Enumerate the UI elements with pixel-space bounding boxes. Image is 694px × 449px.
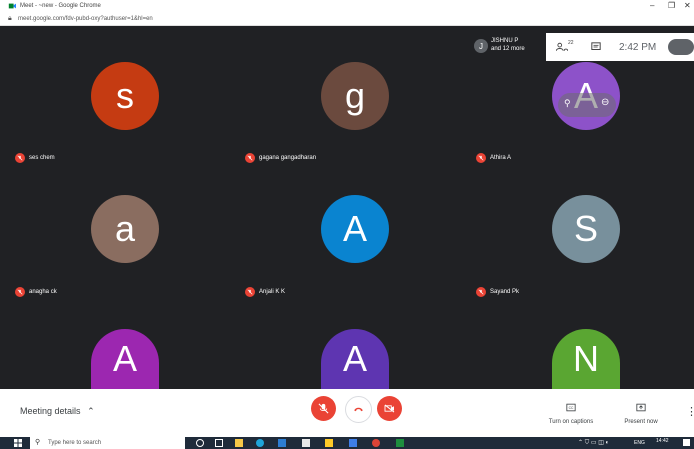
self-avatar[interactable] bbox=[668, 39, 694, 55]
chat-icon[interactable] bbox=[591, 42, 601, 52]
participant-avatar: a bbox=[91, 195, 159, 263]
participant-avatar: s bbox=[91, 62, 159, 130]
tile-hover-controls: ⚲ ⊖ bbox=[558, 93, 616, 117]
captions-icon: CC bbox=[566, 403, 576, 412]
present-label: Present now bbox=[624, 419, 658, 425]
participant-avatar: A bbox=[321, 329, 389, 389]
close-window-button[interactable]: ✕ bbox=[684, 1, 691, 10]
mic-off-icon bbox=[245, 153, 255, 163]
minimize-button[interactable]: – bbox=[650, 1, 654, 10]
address-bar[interactable]: 🔒︎ meet.google.com/fdv-pubd-oxy?authuser… bbox=[0, 13, 694, 26]
file-explorer-icon[interactable] bbox=[235, 439, 243, 447]
meeting-details-label: Meeting details bbox=[20, 406, 81, 416]
task-view-icon[interactable] bbox=[215, 439, 223, 447]
chevron-up-icon: ⌃ bbox=[87, 406, 95, 416]
participant-avatar: S bbox=[552, 195, 620, 263]
meet-top-panel: 22 2:42 PM bbox=[546, 33, 694, 61]
participant-name: gagana gangadharan bbox=[259, 155, 317, 161]
app-icon[interactable] bbox=[396, 439, 404, 447]
present-icon bbox=[636, 403, 646, 412]
meet-favicon-icon bbox=[8, 3, 16, 9]
presenter-more: and 12 more bbox=[491, 46, 525, 52]
cortana-icon[interactable] bbox=[196, 439, 204, 447]
remove-icon[interactable]: ⊖ bbox=[601, 97, 609, 108]
mic-toggle-button[interactable] bbox=[311, 396, 336, 421]
chrome-icon[interactable] bbox=[372, 439, 380, 447]
app-icon[interactable] bbox=[325, 439, 333, 447]
pin-icon[interactable]: ⚲ bbox=[564, 98, 571, 109]
browser-title-bar: Meet - ~new - Google Chrome – ❐ ✕ bbox=[0, 0, 694, 13]
participant-avatar: A bbox=[91, 329, 159, 389]
participant-avatar: N bbox=[552, 329, 620, 389]
captions-button[interactable]: CC Turn on captions bbox=[545, 399, 597, 425]
participant-name-label: gagana gangadharan bbox=[245, 153, 316, 163]
presenter-avatar: J bbox=[474, 39, 488, 53]
mic-off-icon bbox=[15, 153, 25, 163]
participant-name-label: Athira A bbox=[476, 153, 511, 163]
window-title: Meet - ~new - Google Chrome bbox=[20, 3, 101, 9]
camera-toggle-button[interactable] bbox=[377, 396, 402, 421]
mic-off-icon bbox=[476, 287, 486, 297]
mic-off-icon bbox=[318, 403, 329, 414]
participant-name-label: Anjali K K bbox=[245, 287, 285, 297]
app-icon[interactable] bbox=[349, 439, 357, 447]
captions-label: Turn on captions bbox=[548, 419, 594, 425]
svg-text:CC: CC bbox=[569, 406, 574, 410]
participant-name-label: anagha ck bbox=[15, 287, 57, 297]
clock-time: 2:42 PM bbox=[619, 42, 657, 53]
tray-icons[interactable]: ⌃ ⛉ ▭ ◫ ◐ bbox=[578, 439, 609, 447]
url-text[interactable]: meet.google.com/fdv-pubd-oxy?authuser=1&… bbox=[18, 16, 153, 22]
presenter-name: JISHNU P bbox=[491, 38, 519, 44]
participant-name: anagha ck bbox=[29, 289, 57, 295]
meeting-details-button[interactable]: Meeting details ⌃ bbox=[20, 406, 95, 417]
windows-taskbar: ⚲ Type here to search ⌃ ⛉ ▭ ◫ ◐ ENG 14:4… bbox=[0, 437, 694, 449]
participant-avatar: g bbox=[321, 62, 389, 130]
participant-name-label: ses chem bbox=[15, 153, 55, 163]
leave-call-button[interactable] bbox=[345, 396, 372, 423]
participant-name: Athira A bbox=[490, 155, 512, 161]
tray-language[interactable]: ENG bbox=[634, 440, 645, 446]
people-icon[interactable] bbox=[556, 42, 568, 52]
present-now-button[interactable]: Present now bbox=[617, 399, 665, 425]
notification-icon[interactable] bbox=[683, 439, 690, 446]
participant-name-label: Sayand Pk bbox=[476, 287, 519, 297]
search-icon: ⚲ bbox=[35, 439, 41, 446]
edge-icon[interactable] bbox=[256, 439, 264, 447]
mail-icon[interactable] bbox=[278, 439, 286, 447]
store-icon[interactable] bbox=[302, 439, 310, 447]
windows-start-icon[interactable] bbox=[14, 439, 22, 447]
hang-up-icon bbox=[354, 407, 363, 412]
lock-icon: 🔒︎ bbox=[8, 15, 12, 22]
participant-name: ses chem bbox=[29, 155, 55, 161]
more-options-icon[interactable]: ⋮ bbox=[686, 405, 694, 418]
tray-clock[interactable]: 14:42 bbox=[656, 438, 669, 444]
participant-avatar: A bbox=[321, 195, 389, 263]
participant-name: Sayand Pk bbox=[490, 289, 520, 295]
mic-off-icon bbox=[245, 287, 255, 297]
meeting-controls-bar: Meeting details ⌃ CC Turn on captions Pr… bbox=[0, 389, 694, 437]
participants-count: 22 bbox=[568, 40, 574, 46]
camera-off-icon bbox=[384, 404, 395, 413]
maximize-button[interactable]: ❐ bbox=[668, 1, 675, 10]
mic-off-icon bbox=[15, 287, 25, 297]
mic-off-icon bbox=[476, 153, 486, 163]
participant-name: Anjali K K bbox=[259, 289, 286, 295]
search-placeholder: Type here to search bbox=[48, 440, 102, 446]
taskbar-search[interactable]: ⚲ Type here to search bbox=[30, 437, 185, 449]
